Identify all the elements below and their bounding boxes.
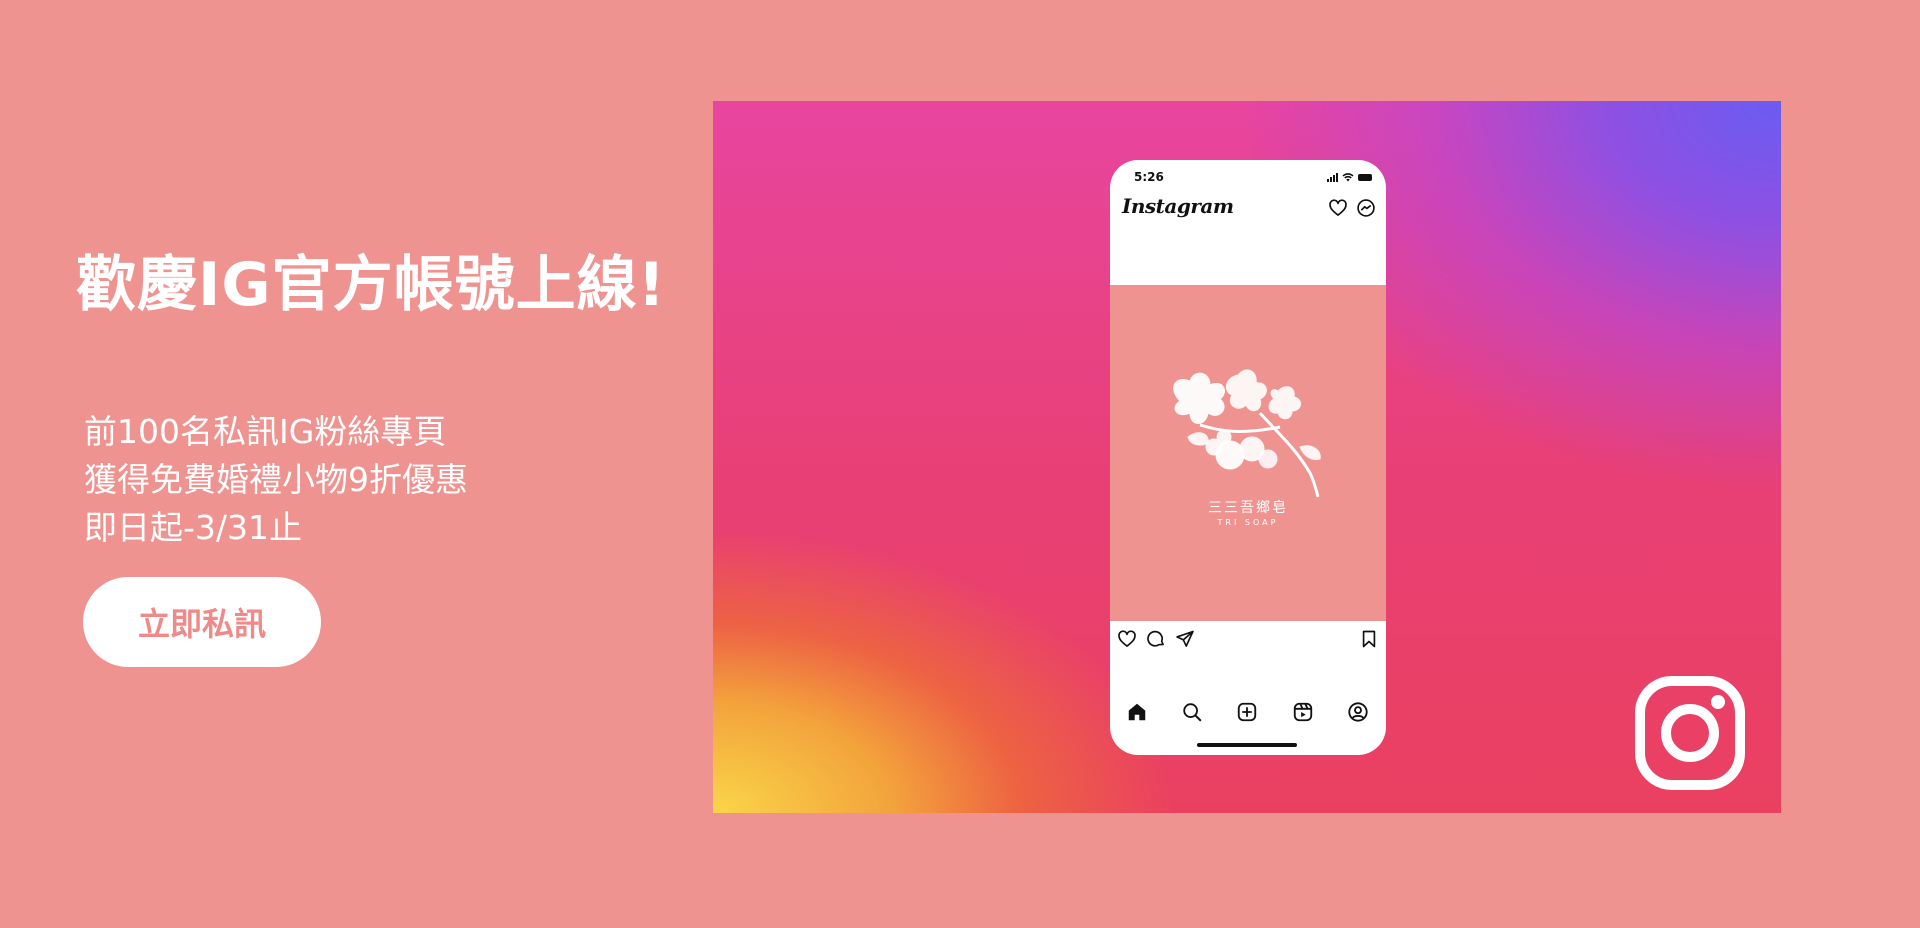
messenger-icon[interactable]	[1356, 198, 1376, 218]
comment-icon[interactable]	[1146, 629, 1166, 649]
instagram-wordmark: Instagram	[1122, 194, 1234, 218]
phone-mockup: 5:26 Instagram 三三吾鄉皂 TRI SOAP	[1110, 160, 1386, 755]
headline: 歡慶IG官方帳號上線!	[76, 250, 666, 320]
profile-icon[interactable]	[1347, 701, 1369, 723]
home-icon[interactable]	[1126, 701, 1148, 723]
reels-icon[interactable]	[1292, 701, 1314, 723]
heart-icon[interactable]	[1328, 198, 1348, 218]
battery-icon	[1358, 173, 1372, 181]
instagram-banner: 5:26 Instagram 三三吾鄉皂 TRI SOAP	[713, 101, 1781, 813]
search-icon[interactable]	[1181, 701, 1203, 723]
post-image[interactable]: 三三吾鄉皂 TRI SOAP	[1110, 285, 1386, 621]
status-icons	[1327, 170, 1372, 184]
promo-line: 獲得免費婚禮小物9折優惠	[84, 460, 468, 499]
create-icon[interactable]	[1236, 701, 1258, 723]
signal-icon	[1327, 172, 1338, 182]
like-icon[interactable]	[1117, 629, 1137, 649]
floral-illustration	[1173, 369, 1321, 498]
promo-text: 前100名私訊IG粉絲專頁 獲得免費婚禮小物9折優惠 即日起-3/31止	[84, 408, 468, 552]
instagram-logo-icon	[1633, 674, 1747, 792]
promo-line: 前100名私訊IG粉絲專頁	[84, 412, 447, 451]
bookmark-icon[interactable]	[1359, 629, 1379, 649]
wifi-icon	[1342, 172, 1354, 182]
home-indicator	[1197, 743, 1297, 747]
promo-line: 即日起-3/31止	[84, 508, 303, 547]
share-icon[interactable]	[1175, 629, 1195, 649]
status-time: 5:26	[1134, 170, 1164, 184]
brand-name-en: TRI SOAP	[1217, 518, 1279, 527]
brand-name-cn: 三三吾鄉皂	[1208, 500, 1288, 516]
message-now-button[interactable]: 立即私訊	[83, 577, 321, 667]
